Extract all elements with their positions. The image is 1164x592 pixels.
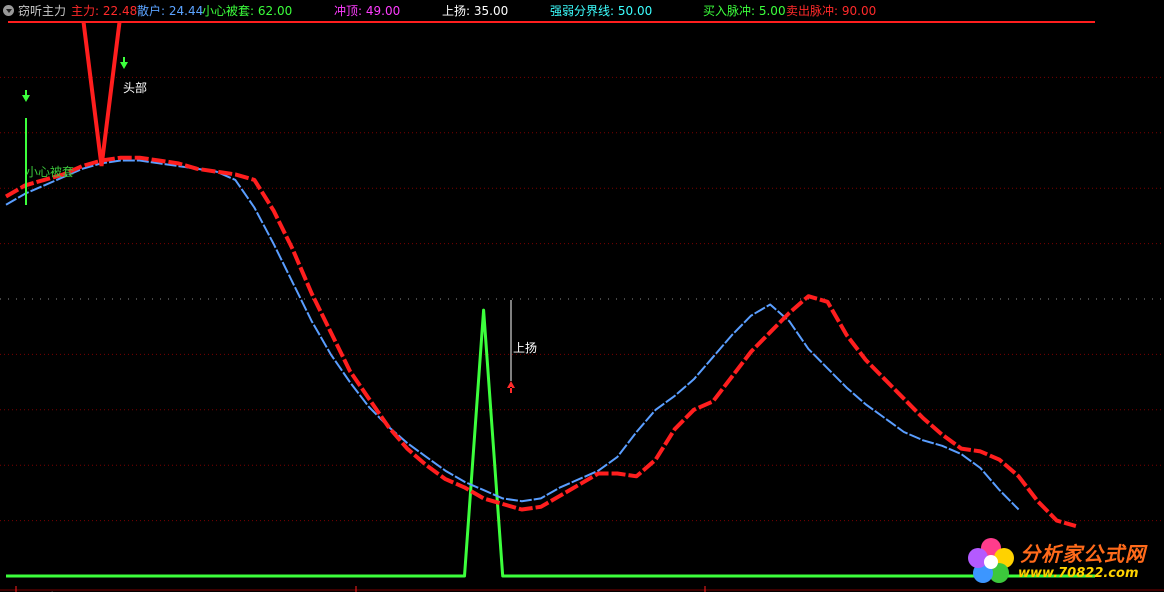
- chart-canvas: 头部小心被套上扬2019年1211: [0, 21, 1164, 592]
- watermark-name: 分析家公式网: [1020, 542, 1146, 566]
- red-up-arrow-icon: [507, 381, 515, 393]
- green-down-arrow-icon: [120, 57, 128, 69]
- flower-logo-icon: [968, 538, 1014, 583]
- main-force-line: [4, 155, 1077, 529]
- indicator-panel: 窃听主力 主力: 22.48 散户: 24.44 小心被套: 62.00 冲顶:…: [0, 0, 1164, 592]
- watermark: 分析家公式网 www.70822.com: [962, 532, 1162, 590]
- sell-pulse-spike: [81, 21, 122, 167]
- annotation-top: 头部: [123, 80, 147, 95]
- annotation-careful: 小心被套: [26, 165, 74, 179]
- retail-line: [5, 159, 1020, 511]
- watermark-url: www.70822.com: [1018, 566, 1139, 581]
- annotation-rise: 上扬: [513, 340, 537, 355]
- green-down-arrow-icon: [22, 90, 30, 102]
